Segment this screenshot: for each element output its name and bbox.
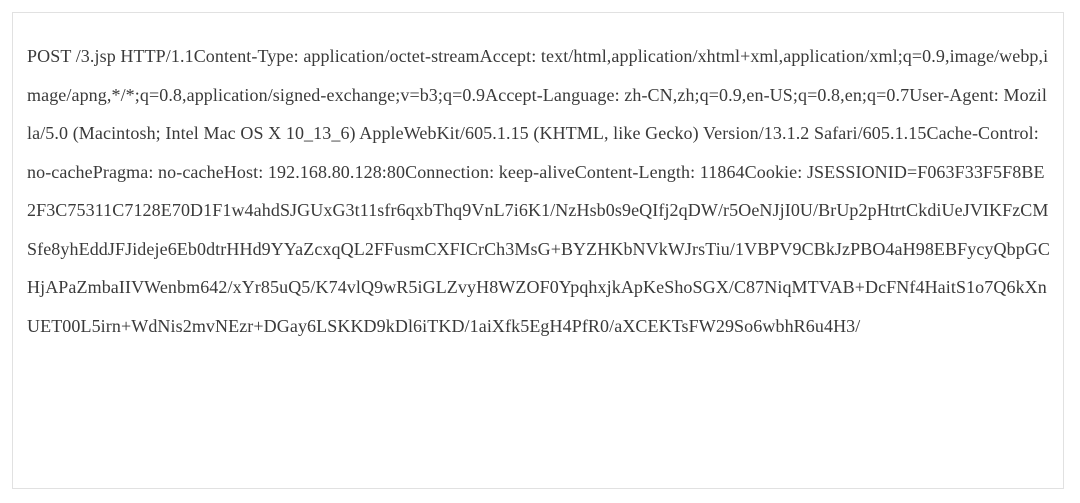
code-block: POST /3.jsp HTTP/1.1Content-Type: applic…	[12, 12, 1064, 489]
http-request-text: POST /3.jsp HTTP/1.1Content-Type: applic…	[27, 46, 1051, 336]
